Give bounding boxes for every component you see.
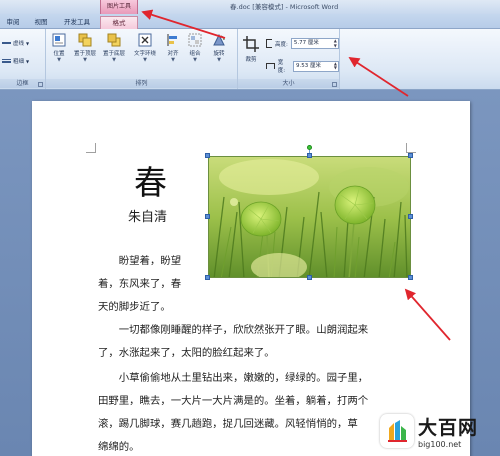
watermark-url: big100.net [418, 440, 462, 449]
arrow-to-size-group [348, 57, 409, 97]
watermark-logo-icon [380, 414, 414, 448]
arrow-to-format-tab [141, 9, 226, 39]
watermark-text: 大百网 big100.net [418, 413, 478, 449]
arrow-to-picture [404, 288, 451, 341]
annotation-arrows [141, 9, 451, 341]
site-watermark: 大百网 big100.net [380, 408, 498, 454]
watermark-title: 大百网 [418, 417, 479, 439]
